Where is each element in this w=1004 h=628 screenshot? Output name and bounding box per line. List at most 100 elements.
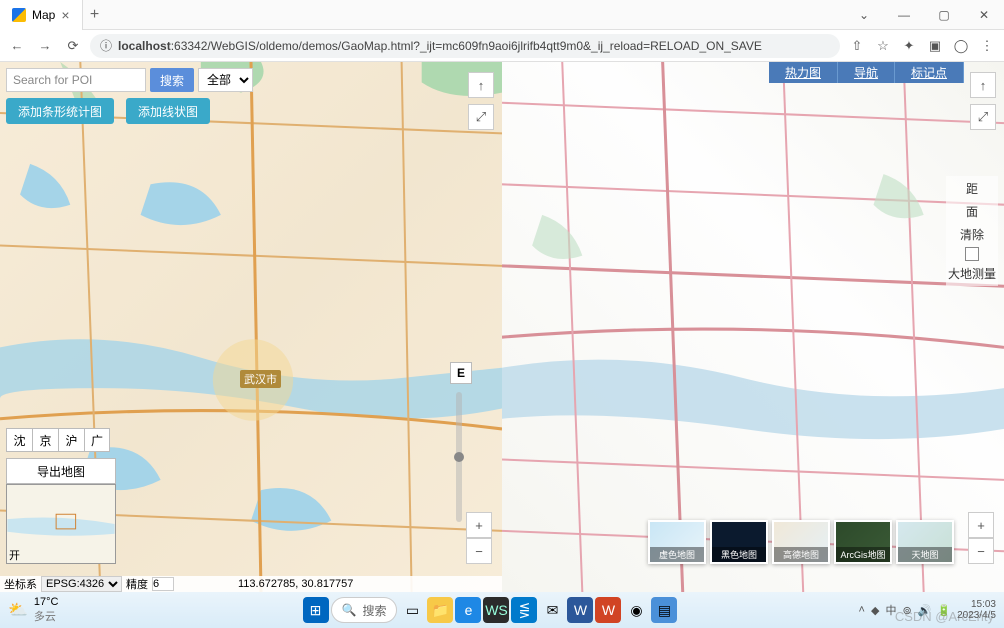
left-toolbar: Search for POI 搜索 全部	[6, 68, 253, 92]
app-icon[interactable]: ▤	[651, 597, 677, 623]
measure-area[interactable]: 面	[966, 201, 978, 222]
weather-widget[interactable]: ⛅ 17°C 多云	[8, 596, 59, 624]
crs-label: 坐标系	[4, 576, 37, 592]
layer-arcgis[interactable]: ArcGis地图	[834, 520, 892, 564]
clock[interactable]: 15:03 2023/4/5	[957, 599, 996, 621]
chevron-down-icon[interactable]: ⌄	[844, 0, 884, 30]
fullscreen-icon[interactable]: ⤢	[468, 104, 494, 130]
star-icon[interactable]: ☆	[872, 35, 894, 57]
map-right-pane[interactable]: 热力图 导航 标记点 ↑ ⤢ 距 面 清除 大地测量 虚色地图 黑色地图 高德地…	[502, 62, 1004, 592]
export-map-button[interactable]: 导出地图	[6, 458, 116, 484]
link-heatmap[interactable]: 热力图	[769, 62, 838, 83]
layer-tianditu[interactable]: 天地图	[896, 520, 954, 564]
geodesic-checkbox[interactable]	[965, 247, 979, 261]
status-bar: 坐标系 EPSG:4326 精度 113.672785, 30.817757	[0, 576, 502, 592]
menu-icon[interactable]: ⋮	[976, 35, 998, 57]
page-content: CSDN @ArcEnty	[0, 62, 1004, 592]
category-select[interactable]: 全部	[198, 68, 253, 92]
map-canvas-right[interactable]	[502, 62, 1004, 592]
city-shanghai[interactable]: 沪	[58, 428, 84, 452]
add-bar-chart-button[interactable]: 添加条形统计图	[6, 98, 114, 124]
sidepanel-icon[interactable]: ▣	[924, 35, 946, 57]
webstorm-icon[interactable]: WS	[483, 597, 509, 623]
extensions-icon[interactable]: ✦	[898, 35, 920, 57]
close-tab-icon[interactable]: ×	[61, 7, 69, 23]
link-navigation[interactable]: 导航	[838, 62, 895, 83]
measure-distance[interactable]: 距	[966, 178, 978, 199]
tray-chevron-icon[interactable]: ˄	[859, 604, 865, 616]
taskview-icon[interactable]: ▭	[399, 597, 425, 623]
minimize-button[interactable]: —	[884, 0, 924, 30]
right-zoom-control: + −	[968, 512, 994, 564]
volume-icon[interactable]: 🔊	[918, 604, 932, 617]
tray-app-icon[interactable]: ◆	[871, 604, 879, 617]
taskbar-center: ⊞ 🔍搜索 ▭ 📁 e WS ⋚ ✉ W W ◉ ▤	[303, 597, 678, 623]
system-tray[interactable]: ˄ ◆ 中 ⊚ 🔊 🔋 15:03 2023/4/5	[859, 599, 996, 621]
start-button[interactable]: ⊞	[303, 597, 329, 623]
precision-label: 精度	[126, 576, 148, 592]
map-left-pane[interactable]: Search for POI 搜索 全部 添加条形统计图 添加线状图 ↑ ⤢ E…	[0, 62, 502, 592]
wps-icon[interactable]: W	[595, 597, 621, 623]
city-guangzhou[interactable]: 广	[84, 428, 110, 452]
layer-light[interactable]: 虚色地图	[648, 520, 706, 564]
new-tab-button[interactable]: +	[83, 6, 107, 24]
zoom-in-button[interactable]: +	[968, 512, 994, 538]
weather-icon: ⛅	[8, 600, 28, 620]
vscode-icon[interactable]: ⋚	[511, 597, 537, 623]
browser-tab[interactable]: Map ×	[0, 0, 83, 30]
reload-button[interactable]: ⟳	[62, 35, 84, 57]
left-view-controls: ↑ ⤢	[468, 72, 494, 130]
temperature: 17°C	[34, 596, 59, 608]
geodesic-label: 大地测量	[948, 263, 996, 284]
right-view-controls: ↑ ⤢	[970, 72, 996, 130]
zoom-in-button[interactable]: +	[466, 512, 492, 538]
north-arrow-icon[interactable]: ↑	[468, 72, 494, 98]
chart-buttons-row: 添加条形统计图 添加线状图	[6, 98, 210, 124]
favicon-icon	[12, 8, 26, 22]
layer-gaode[interactable]: 高德地图	[772, 520, 830, 564]
precision-input[interactable]	[152, 577, 174, 591]
share-icon[interactable]: ⇧	[846, 35, 868, 57]
left-zoom-control: + −	[466, 512, 492, 564]
zoom-out-button[interactable]: −	[466, 538, 492, 564]
overview-toggle[interactable]: 开	[9, 547, 20, 563]
overview-map[interactable]: 开	[6, 484, 116, 564]
measure-clear[interactable]: 清除	[960, 224, 984, 245]
back-button[interactable]: ←	[6, 35, 28, 57]
url-bar[interactable]: ⓘ localhost:63342/WebGIS/oldemo/demos/Ga…	[90, 34, 840, 58]
city-beijing[interactable]: 京	[32, 428, 58, 452]
slider-thumb[interactable]	[454, 452, 464, 462]
add-line-chart-button[interactable]: 添加线状图	[126, 98, 210, 124]
mail-icon: ✉	[539, 597, 565, 623]
poi-search-input[interactable]: Search for POI	[6, 68, 146, 92]
windows-taskbar[interactable]: ⛅ 17°C 多云 ⊞ 🔍搜索 ▭ 📁 e WS ⋚ ✉ W W ◉ ▤ ˄ ◆…	[0, 592, 1004, 628]
north-arrow-icon[interactable]: ↑	[970, 72, 996, 98]
chrome-icon[interactable]: ◉	[623, 597, 649, 623]
fullscreen-icon[interactable]: ⤢	[970, 104, 996, 130]
zoom-out-button[interactable]: −	[968, 538, 994, 564]
link-markers[interactable]: 标记点	[895, 62, 964, 83]
explorer-icon[interactable]: 📁	[427, 597, 453, 623]
weather-desc: 多云	[34, 608, 59, 624]
taskbar-search[interactable]: 🔍搜索	[331, 597, 398, 623]
site-info-icon[interactable]: ⓘ	[100, 37, 112, 54]
battery-icon[interactable]: 🔋	[937, 604, 951, 617]
search-button[interactable]: 搜索	[150, 68, 194, 92]
zoom-slider[interactable]	[456, 392, 462, 522]
city-shenyang[interactable]: 沈	[6, 428, 32, 452]
wifi-icon[interactable]: ⊚	[902, 604, 911, 617]
edge-icon[interactable]: e	[455, 597, 481, 623]
e-toggle-button[interactable]: E	[450, 362, 472, 384]
close-window-button[interactable]: ✕	[964, 0, 1004, 30]
ime-indicator[interactable]: 中	[885, 602, 896, 618]
profile-icon[interactable]: ◯	[950, 35, 972, 57]
word-icon[interactable]: W	[567, 597, 593, 623]
forward-button[interactable]: →	[34, 35, 56, 57]
coordinate-readout: 113.672785, 30.817757	[238, 578, 353, 590]
maximize-button[interactable]: ▢	[924, 0, 964, 30]
right-top-links: 热力图 导航 标记点	[769, 62, 964, 83]
city-buttons: 沈 京 沪 广	[6, 428, 110, 452]
url-host: localhost	[118, 39, 171, 53]
crs-select[interactable]: EPSG:4326	[41, 576, 122, 592]
layer-dark[interactable]: 黑色地图	[710, 520, 768, 564]
